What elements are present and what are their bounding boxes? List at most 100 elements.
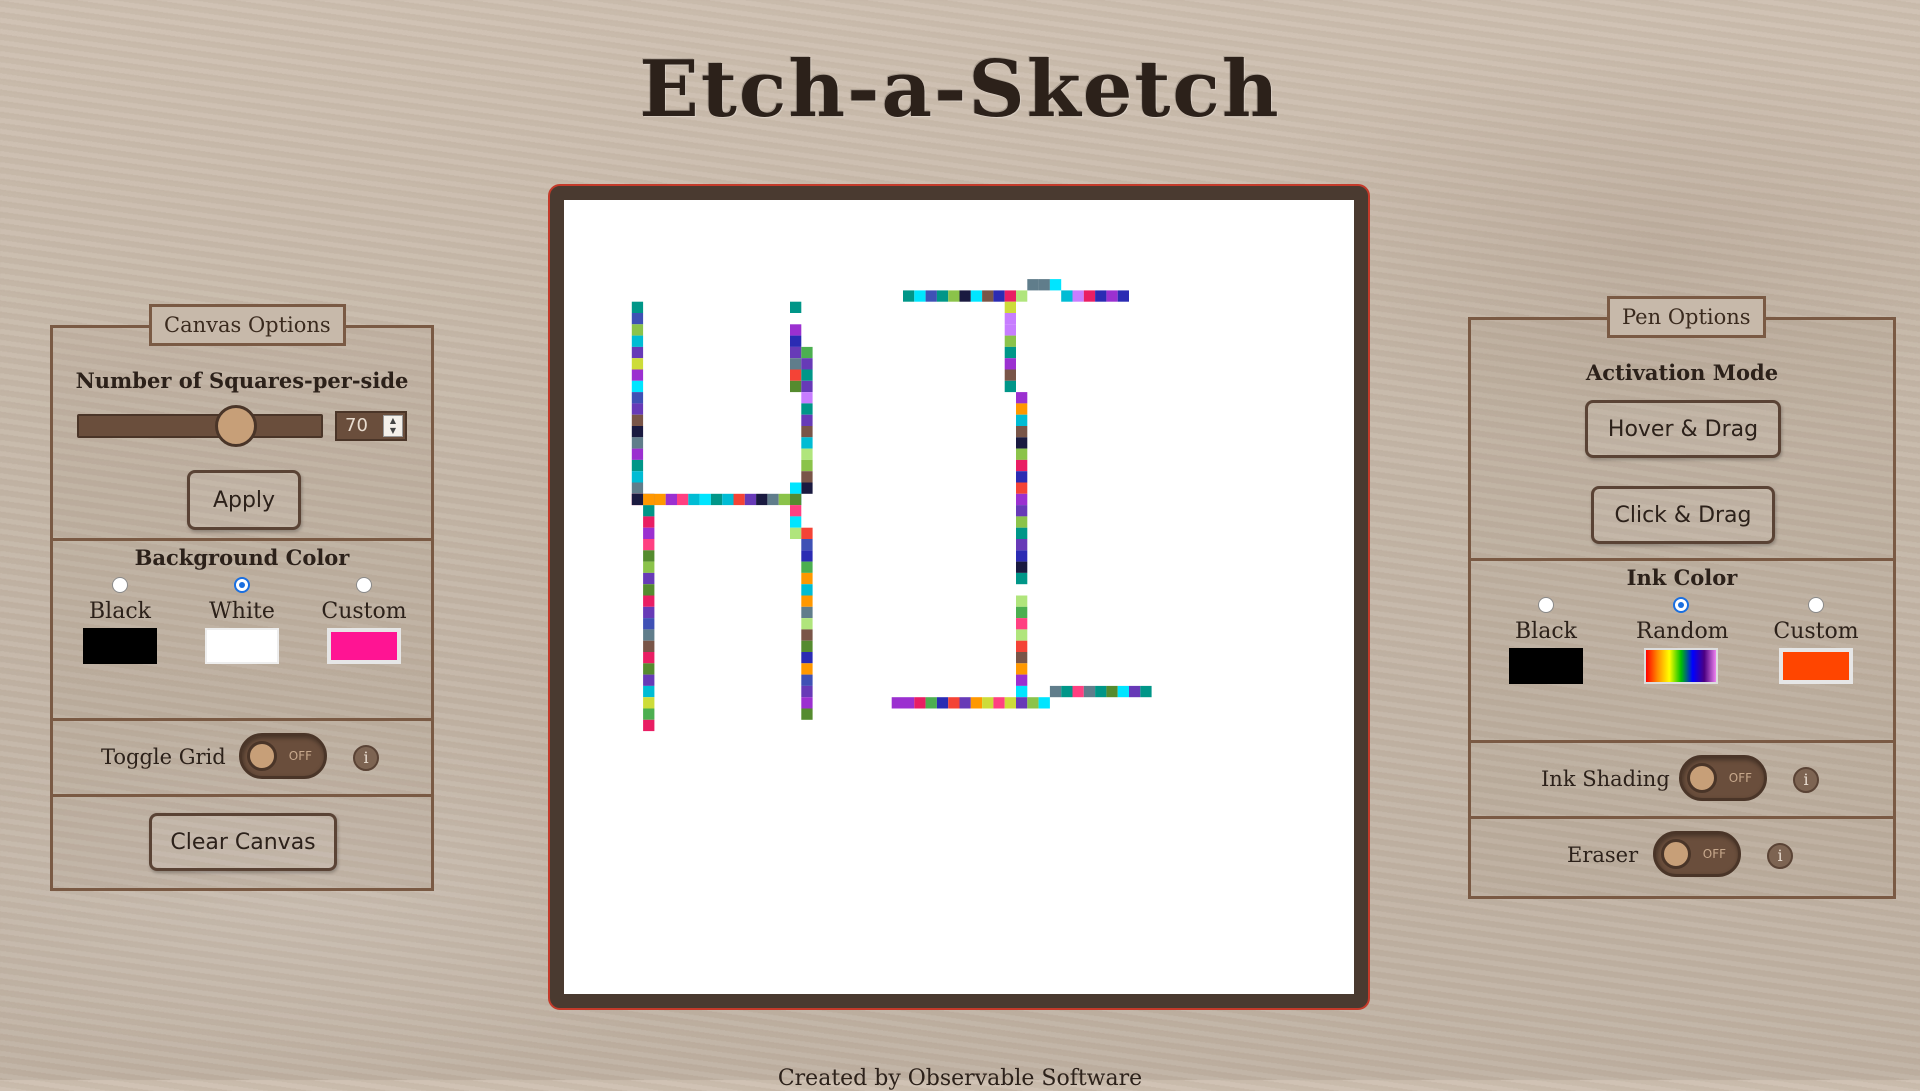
sketch-pixel (982, 697, 994, 709)
sketch-pixel (801, 414, 813, 426)
sketch-pixel (1016, 414, 1028, 426)
ink-radio-random[interactable] (1673, 597, 1689, 613)
bg-swatch-black[interactable] (83, 628, 157, 664)
sketch-pixel (801, 437, 813, 449)
squares-slider-knob[interactable] (215, 405, 257, 447)
sketch-pixel (914, 290, 926, 302)
sketch-pixel (1129, 685, 1141, 698)
ink-shading-switch[interactable]: OFF (1679, 755, 1767, 801)
sketch-pixel (631, 437, 644, 449)
bg-option-white[interactable]: White (197, 577, 287, 664)
sketch-pixel (631, 324, 644, 336)
sketch-pixel (993, 697, 1005, 709)
bg-swatch-custom[interactable] (327, 628, 401, 664)
sketch-pixel (643, 685, 655, 698)
sketch-pixel (1095, 685, 1107, 698)
sketch-pixel (631, 380, 644, 393)
sketch-pixel (643, 539, 655, 551)
squares-number-input[interactable]: 70 ▲ ▼ (335, 411, 407, 441)
sketch-pixel (654, 493, 666, 506)
sketch-drawing (631, 279, 1152, 732)
sketch-pixel (790, 358, 802, 370)
sketch-pixel (1117, 685, 1129, 698)
bg-option-custom[interactable]: Custom (319, 577, 409, 664)
bg-swatch-white[interactable] (205, 628, 279, 664)
shading-info-icon[interactable]: i (1793, 767, 1819, 793)
ink-swatch-custom[interactable] (1779, 648, 1853, 684)
sketch-pixel (801, 618, 813, 630)
sketch-pixel (1016, 527, 1028, 539)
eraser-state: OFF (1702, 847, 1726, 861)
ink-radio-black[interactable] (1538, 597, 1554, 613)
sketch-canvas[interactable] (564, 200, 1354, 994)
sketch-pixel (1016, 290, 1028, 302)
sketch-pixel (801, 392, 813, 404)
background-color-heading: Background Color (134, 545, 350, 570)
sketch-pixel (1083, 685, 1096, 698)
sketch-pixel (665, 493, 677, 506)
sketch-pixel (643, 595, 655, 607)
sketch-pixel (801, 685, 813, 698)
background-color-section: Background Color Black White Custom (53, 538, 431, 721)
squares-heading: Number of Squares-per-side (75, 368, 409, 393)
sketch-pixel (744, 493, 757, 506)
bg-radio-custom[interactable] (356, 577, 372, 593)
grid-info-icon[interactable]: i (353, 745, 379, 771)
sketch-pixel (1027, 697, 1039, 709)
toggle-grid-switch[interactable]: OFF (239, 733, 327, 779)
sketch-pixel (801, 346, 813, 359)
ink-swatch-random[interactable] (1644, 648, 1718, 684)
bg-label-custom: Custom (321, 599, 407, 624)
sketch-pixel (1038, 279, 1050, 291)
ink-radio-custom[interactable] (1808, 597, 1824, 613)
bg-radio-white[interactable] (234, 577, 250, 593)
sketch-pixel (1106, 685, 1118, 698)
sketch-pixel (801, 629, 813, 641)
sketch-pixel (790, 301, 802, 313)
sketch-pixel (1016, 697, 1028, 709)
sketch-pixel (993, 290, 1005, 302)
sketch-pixel (710, 493, 723, 506)
sketch-pixel (643, 652, 655, 664)
squares-spinner-icon[interactable]: ▲ ▼ (383, 415, 403, 437)
ink-shading-knob (1687, 763, 1717, 793)
sketch-pixel (790, 324, 802, 336)
sketch-pixel (1016, 618, 1028, 630)
apply-button[interactable]: Apply (187, 470, 301, 530)
ink-option-custom[interactable]: Custom (1771, 597, 1861, 684)
hover-drag-button[interactable]: Hover & Drag (1585, 400, 1781, 458)
ink-swatch-black[interactable] (1509, 648, 1583, 684)
sketch-pixel (631, 471, 644, 483)
sketch-pixel (643, 516, 655, 528)
sketch-pixel (790, 482, 802, 494)
sketch-pixel (982, 290, 994, 302)
click-drag-button[interactable]: Click & Drag (1591, 486, 1775, 544)
ink-option-black[interactable]: Black (1501, 597, 1591, 684)
sketch-pixel (1016, 606, 1028, 619)
sketch-pixel (801, 708, 813, 720)
sketch-pixel (801, 572, 813, 585)
sketch-pixel (914, 697, 926, 709)
sketch-pixel (643, 674, 655, 686)
sketch-pixel (790, 527, 802, 539)
bg-radio-black[interactable] (112, 577, 128, 593)
ink-option-random[interactable]: Random (1636, 597, 1729, 684)
sketch-pixel (756, 493, 768, 506)
eraser-switch[interactable]: OFF (1653, 831, 1741, 877)
clear-canvas-button[interactable]: Clear Canvas (149, 813, 337, 871)
sketch-pixel (1016, 663, 1028, 675)
sketch-pixel (801, 426, 813, 438)
sketch-pixel (631, 346, 644, 359)
sketch-pixel (631, 403, 644, 415)
sketch-pixel (1027, 279, 1039, 291)
squares-slider-track[interactable] (77, 414, 323, 438)
sketch-pixel (631, 335, 644, 347)
eraser-section: Eraser OFF i (1471, 816, 1893, 895)
sketch-pixel (948, 697, 960, 709)
eraser-info-icon[interactable]: i (1767, 843, 1793, 869)
sketch-pixel (1016, 561, 1028, 573)
sketch-pixel (1016, 437, 1028, 449)
sketch-pixel (959, 697, 971, 709)
sketch-pixel (790, 516, 802, 528)
bg-option-black[interactable]: Black (75, 577, 165, 664)
